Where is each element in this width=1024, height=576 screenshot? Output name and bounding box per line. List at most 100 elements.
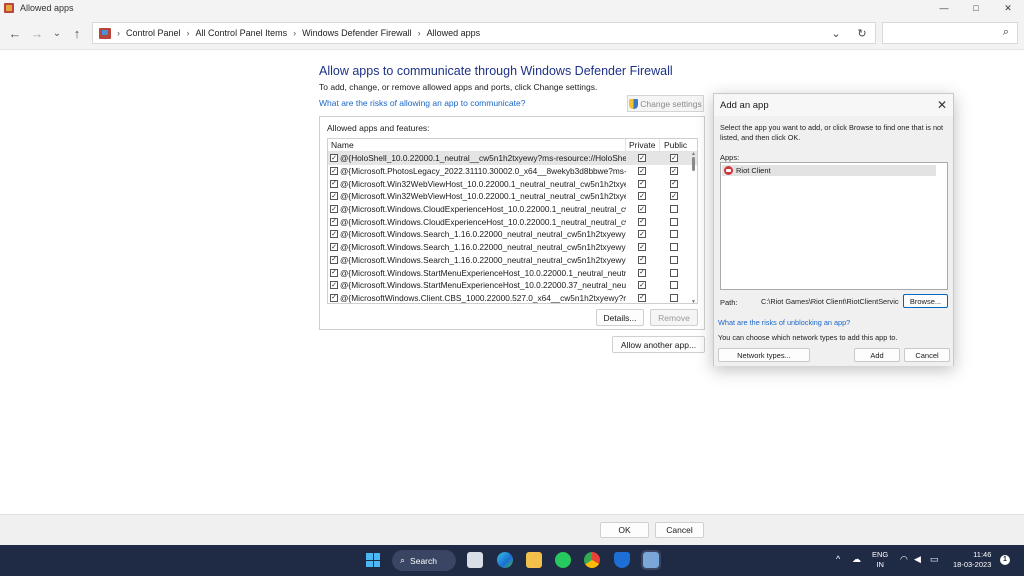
- minimize-button[interactable]: —: [928, 0, 960, 16]
- breadcrumb-control-panel[interactable]: Control Panel: [126, 28, 181, 38]
- breadcrumb-allowed-apps[interactable]: Allowed apps: [427, 28, 481, 38]
- public-checkbox[interactable]: [670, 268, 678, 277]
- table-row[interactable]: ✓ @{Microsoft.Win32WebViewHost_10.0.22000…: [328, 177, 697, 190]
- public-checkbox[interactable]: ✓: [670, 154, 678, 163]
- windows-start-icon[interactable]: [366, 553, 380, 567]
- private-checkbox[interactable]: ✓: [638, 281, 646, 290]
- enabled-checkbox[interactable]: ✓: [330, 217, 338, 226]
- public-checkbox[interactable]: [670, 243, 678, 252]
- apps-list[interactable]: Riot Client: [720, 162, 948, 290]
- unblock-risks-link[interactable]: What are the risks of unblocking an app?: [718, 318, 850, 327]
- allowed-apps-list[interactable]: Name Private Public ✓ @{HoloShell_10.0.22…: [327, 138, 698, 304]
- table-row[interactable]: ✓ @{Microsoft.PhotosLegacy_2022.31110.300…: [328, 165, 697, 178]
- clock[interactable]: 11:46 18-03-2023: [953, 550, 991, 570]
- public-checkbox[interactable]: [670, 281, 678, 290]
- private-checkbox[interactable]: ✓: [638, 167, 646, 176]
- task-view-icon[interactable]: [467, 552, 483, 568]
- enabled-checkbox[interactable]: ✓: [330, 255, 338, 264]
- file-explorer-icon[interactable]: [526, 552, 542, 568]
- up-button[interactable]: ↑: [68, 24, 86, 42]
- wifi-icon[interactable]: ◠: [900, 554, 908, 565]
- breadcrumb-firewall[interactable]: Windows Defender Firewall: [302, 28, 412, 38]
- close-window-button[interactable]: ✕: [992, 0, 1024, 16]
- list-item[interactable]: Riot Client: [722, 165, 936, 176]
- maximize-button[interactable]: □: [960, 0, 992, 16]
- private-checkbox[interactable]: ✓: [638, 205, 646, 214]
- table-row[interactable]: ✓ @{Microsoft.Windows.CloudExperienceHost…: [328, 203, 697, 216]
- enabled-checkbox[interactable]: ✓: [330, 268, 338, 277]
- table-row[interactable]: ✓ @{Microsoft.Win32WebViewHost_10.0.22000…: [328, 190, 697, 203]
- dialog-cancel-button[interactable]: Cancel: [904, 348, 950, 362]
- private-checkbox[interactable]: ✓: [638, 243, 646, 252]
- details-button[interactable]: Details...: [596, 309, 644, 326]
- private-checkbox[interactable]: ✓: [638, 230, 646, 239]
- network-types-button[interactable]: Network types...: [718, 348, 810, 362]
- chevron-right-icon[interactable]: ›: [418, 28, 421, 38]
- public-checkbox[interactable]: [670, 217, 678, 226]
- address-bar[interactable]: › Control Panel › All Control Panel Item…: [92, 22, 876, 44]
- enabled-checkbox[interactable]: ✓: [330, 179, 338, 188]
- close-icon[interactable]: ✕: [937, 98, 947, 112]
- volume-icon[interactable]: ◀: [914, 554, 921, 565]
- table-row[interactable]: ✓ @{MicrosoftWindows.Client.CBS_1000.2200…: [328, 292, 697, 303]
- chevron-right-icon[interactable]: ›: [187, 28, 190, 38]
- refresh-icon[interactable]: ↻: [849, 23, 875, 43]
- battery-icon[interactable]: ▭: [930, 554, 939, 565]
- public-checkbox[interactable]: [670, 230, 678, 239]
- enabled-checkbox[interactable]: ✓: [330, 192, 338, 201]
- table-row[interactable]: ✓ @{HoloShell_10.0.22000.1_neutral__cw5n1…: [328, 152, 697, 165]
- private-checkbox[interactable]: ✓: [638, 255, 646, 264]
- tray-chevron-icon[interactable]: ^: [836, 554, 840, 564]
- column-private[interactable]: Private: [626, 139, 660, 152]
- enabled-checkbox[interactable]: ✓: [330, 243, 338, 252]
- public-checkbox[interactable]: [670, 293, 678, 302]
- table-row[interactable]: ✓ @{Microsoft.Windows.StartMenuExperience…: [328, 279, 697, 292]
- public-checkbox[interactable]: ✓: [670, 179, 678, 188]
- ok-button[interactable]: OK: [600, 522, 649, 538]
- private-checkbox[interactable]: ✓: [638, 268, 646, 277]
- column-name[interactable]: Name: [328, 139, 626, 152]
- path-field[interactable]: C:\Riot Games\Riot Client\RiotClientServ…: [759, 296, 899, 308]
- allow-another-app-button[interactable]: Allow another app...: [612, 336, 705, 353]
- private-checkbox[interactable]: ✓: [638, 179, 646, 188]
- whatsapp-icon[interactable]: [555, 552, 571, 568]
- enabled-checkbox[interactable]: ✓: [330, 205, 338, 214]
- enabled-checkbox[interactable]: ✓: [330, 167, 338, 176]
- table-row[interactable]: ✓ @{Microsoft.Windows.Search_1.16.0.22000…: [328, 254, 697, 267]
- forward-button[interactable]: →: [28, 24, 46, 42]
- public-checkbox[interactable]: [670, 205, 678, 214]
- weather-icon[interactable]: ☁: [852, 554, 861, 565]
- defender-shield-icon[interactable]: [614, 552, 630, 568]
- public-checkbox[interactable]: ✓: [670, 192, 678, 201]
- column-public[interactable]: Public: [660, 139, 690, 152]
- enabled-checkbox[interactable]: ✓: [330, 230, 338, 239]
- address-dropdown-icon[interactable]: ⌄: [823, 23, 849, 43]
- language-indicator[interactable]: ENG IN: [872, 550, 888, 570]
- breadcrumb-all-items[interactable]: All Control Panel Items: [196, 28, 288, 38]
- edge-browser-icon[interactable]: [497, 552, 513, 568]
- table-row[interactable]: ✓ @{Microsoft.Windows.Search_1.16.0.22000…: [328, 228, 697, 241]
- table-row[interactable]: ✓ @{Microsoft.Windows.Search_1.16.0.22000…: [328, 241, 697, 254]
- list-scrollbar[interactable]: ▲ ▼: [691, 151, 696, 303]
- enabled-checkbox[interactable]: ✓: [330, 154, 338, 163]
- private-checkbox[interactable]: ✓: [638, 293, 646, 302]
- back-button[interactable]: ←: [6, 24, 24, 42]
- private-checkbox[interactable]: ✓: [638, 154, 646, 163]
- search-input[interactable]: ⌕: [882, 22, 1018, 44]
- public-checkbox[interactable]: ✓: [670, 167, 678, 176]
- scroll-thumb[interactable]: [692, 157, 695, 171]
- enabled-checkbox[interactable]: ✓: [330, 281, 338, 290]
- add-button[interactable]: Add: [854, 348, 900, 362]
- chevron-right-icon[interactable]: ›: [293, 28, 296, 38]
- table-row[interactable]: ✓ @{Microsoft.Windows.StartMenuExperience…: [328, 266, 697, 279]
- cancel-button[interactable]: Cancel: [655, 522, 704, 538]
- enabled-checkbox[interactable]: ✓: [330, 293, 338, 302]
- search-icon[interactable]: ⌕: [1003, 26, 1009, 39]
- browse-button[interactable]: Browse...: [903, 294, 948, 308]
- public-checkbox[interactable]: [670, 255, 678, 264]
- remove-button[interactable]: Remove: [650, 309, 698, 326]
- private-checkbox[interactable]: ✓: [638, 192, 646, 201]
- recent-locations-button[interactable]: ⌄: [48, 24, 66, 42]
- table-row[interactable]: ✓ @{Microsoft.Windows.CloudExperienceHost…: [328, 215, 697, 228]
- private-checkbox[interactable]: ✓: [638, 217, 646, 226]
